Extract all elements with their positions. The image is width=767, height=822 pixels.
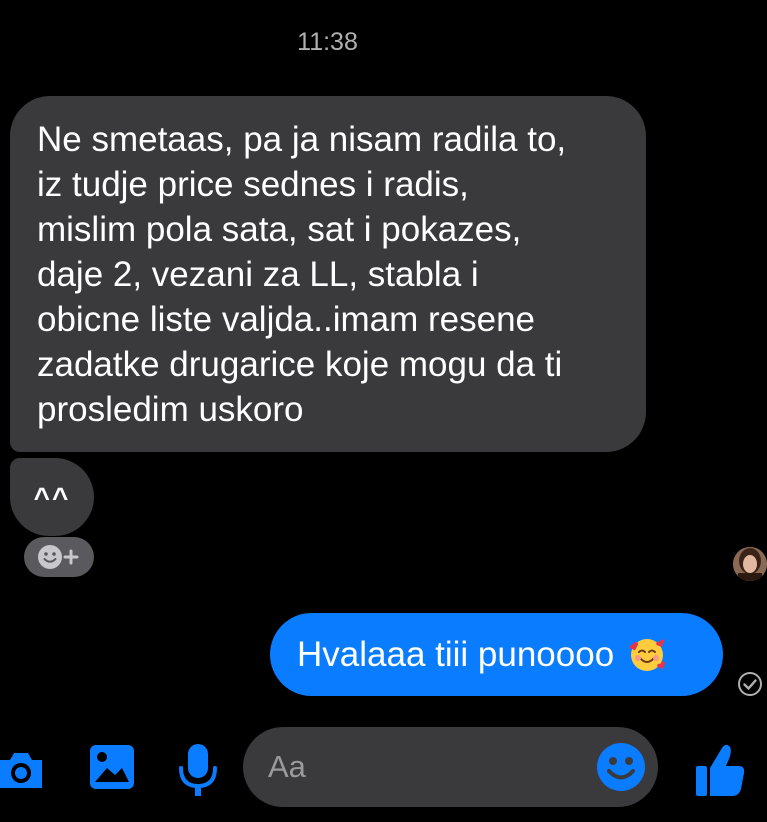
outgoing-message[interactable]: Hvalaaa tiii punoooo: [270, 613, 723, 696]
camera-button[interactable]: [0, 746, 44, 794]
message-line: zadatke drugarice koje mogu da ti: [37, 345, 563, 384]
message-line: iz tudje price sednes i radis,: [37, 165, 469, 204]
message-text: ^^: [33, 481, 71, 513]
message-text: Hvalaaa tiii punoooo: [297, 634, 615, 674]
message-line: obicne liste valjda..imam resene: [37, 300, 536, 339]
thumbs-up-icon: [696, 744, 745, 796]
avatar-image: [733, 547, 767, 581]
message-composer: Aa: [0, 722, 767, 822]
message-line: prosledim uskoro: [37, 390, 304, 429]
emoji-button[interactable]: [596, 742, 646, 792]
incoming-message[interactable]: Ne smetaas, pa ja nisam radila to, iz tu…: [10, 96, 646, 452]
add-reaction-icon: [38, 545, 79, 569]
incoming-message[interactable]: ^^: [10, 458, 94, 536]
emoji-icon: [597, 743, 645, 791]
microphone-button[interactable]: [176, 740, 220, 802]
message-line: daje 2, vezani za LL, stabla i: [37, 255, 479, 294]
add-reaction-button[interactable]: [24, 537, 94, 577]
delivered-check-icon: [737, 671, 763, 697]
contact-avatar[interactable]: [733, 547, 767, 581]
smiling-face-with-hearts-emoji-icon: [628, 636, 666, 674]
microphone-icon: [179, 744, 217, 796]
message-input-placeholder: Aa: [268, 749, 306, 784]
gallery-button[interactable]: [87, 742, 137, 792]
message-timestamp: 11:38: [297, 28, 358, 56]
message-input[interactable]: Aa: [243, 727, 658, 807]
message-line: Ne smetaas, pa ja nisam radila to,: [37, 120, 567, 159]
camera-icon: [0, 753, 42, 788]
gallery-icon: [90, 745, 134, 789]
like-button[interactable]: [692, 738, 748, 802]
message-line: mislim pola sata, sat i pokazes,: [37, 210, 522, 249]
